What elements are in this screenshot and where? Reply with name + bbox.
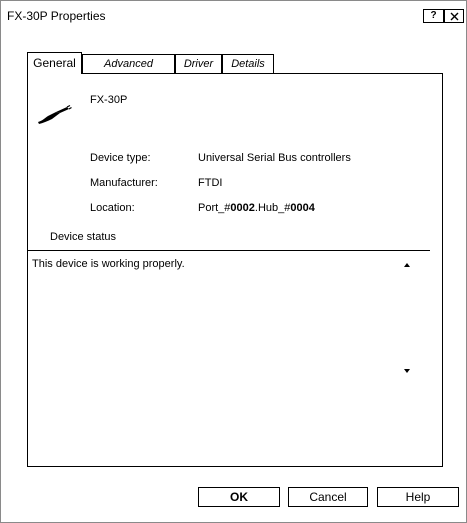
properties-dialog: FX-30P Properties ? General Advanced Dri… xyxy=(0,0,467,523)
device-type-value: Universal Serial Bus controllers xyxy=(198,152,351,164)
scroll-up-arrow-icon[interactable] xyxy=(403,262,411,268)
ok-button[interactable]: OK xyxy=(198,487,280,507)
usb-cable-icon xyxy=(36,104,72,129)
close-icon xyxy=(450,12,458,21)
tab-general[interactable]: General xyxy=(27,52,82,74)
device-type-label: Device type: xyxy=(90,152,151,164)
location-label: Location: xyxy=(90,202,135,214)
tab-driver[interactable]: Driver xyxy=(175,54,222,73)
help-caption-button[interactable]: ? xyxy=(423,9,444,23)
cancel-button[interactable]: Cancel xyxy=(288,487,368,507)
location-prefix: Port_# xyxy=(198,202,231,214)
close-button[interactable] xyxy=(444,9,464,23)
title-bar: FX-30P Properties ? xyxy=(1,1,466,31)
help-glyph: ? xyxy=(430,10,437,21)
device-status-textbox[interactable]: This device is working properly. xyxy=(28,251,442,415)
tab-advanced[interactable]: Advanced xyxy=(82,54,175,73)
location-port: 0002 xyxy=(230,202,255,214)
window-title: FX-30P Properties xyxy=(7,9,106,23)
general-tab-panel: FX-30P Device type: Universal Serial Bus… xyxy=(27,73,443,467)
scroll-down-arrow-icon[interactable] xyxy=(403,368,411,374)
device-status-text: This device is working properly. xyxy=(32,258,185,270)
location-value: Port_#0002.Hub_#0004 xyxy=(198,202,315,214)
location-mid: .Hub_# xyxy=(254,202,291,214)
device-name: FX-30P xyxy=(90,94,128,106)
location-hub: 0004 xyxy=(290,202,315,214)
manufacturer-label: Manufacturer: xyxy=(90,177,158,189)
manufacturer-value: FTDI xyxy=(198,177,223,189)
help-button[interactable]: Help xyxy=(377,487,459,507)
device-status-heading: Device status xyxy=(50,231,117,243)
tab-details[interactable]: Details xyxy=(222,54,274,73)
